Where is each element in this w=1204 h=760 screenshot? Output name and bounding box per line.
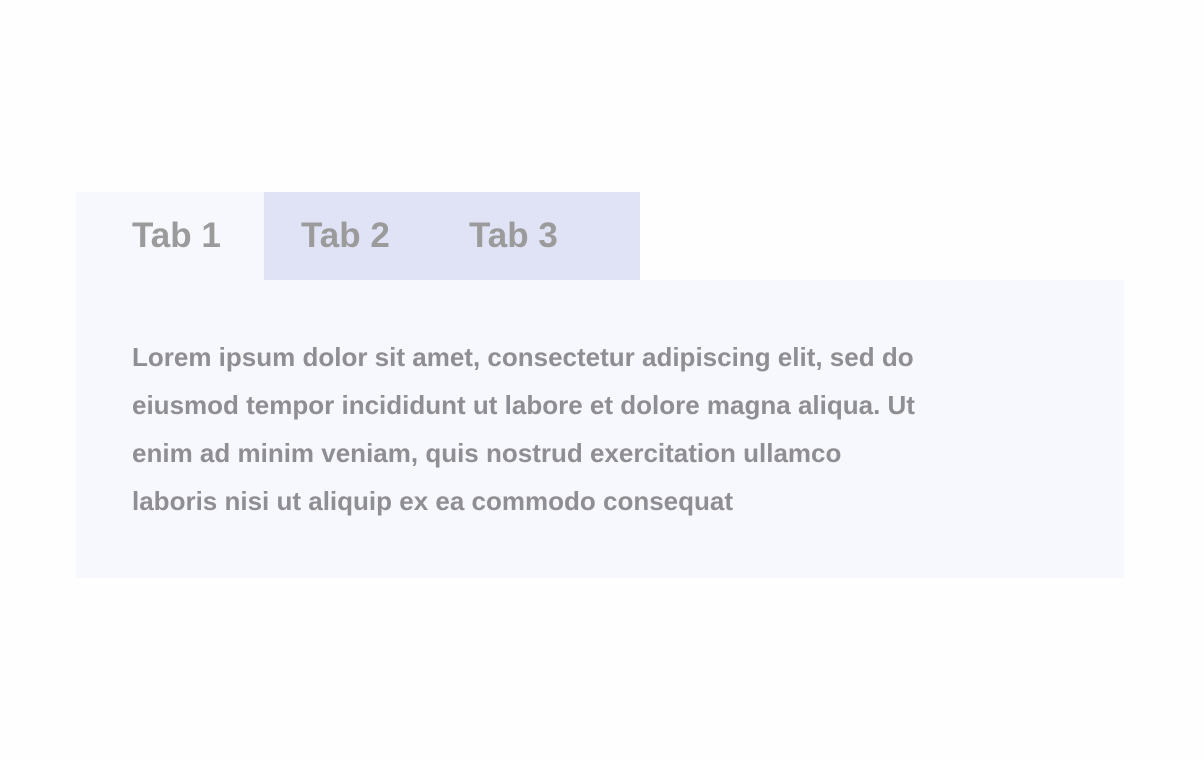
tab-1[interactable]: Tab 1 bbox=[76, 192, 264, 280]
panel-text-line: eiusmod tempor incididunt ut labore et d… bbox=[132, 390, 915, 420]
tab-2[interactable]: Tab 2 bbox=[264, 192, 432, 280]
panel-text-line: Lorem ipsum dolor sit amet, consectetur … bbox=[132, 342, 914, 372]
tab-3[interactable]: Tab 3 bbox=[432, 192, 640, 280]
panel-text-line: laboris nisi ut aliquip ex ea commodo co… bbox=[132, 486, 734, 516]
tab-panel: Lorem ipsum dolor sit amet, consectetur … bbox=[76, 280, 1124, 578]
panel-text: Lorem ipsum dolor sit amet, consectetur … bbox=[132, 338, 915, 530]
tab-bar: Tab 1 Tab 2 Tab 3 bbox=[76, 192, 640, 280]
panel-text-line: enim ad minim veniam, quis nostrud exerc… bbox=[132, 438, 842, 468]
